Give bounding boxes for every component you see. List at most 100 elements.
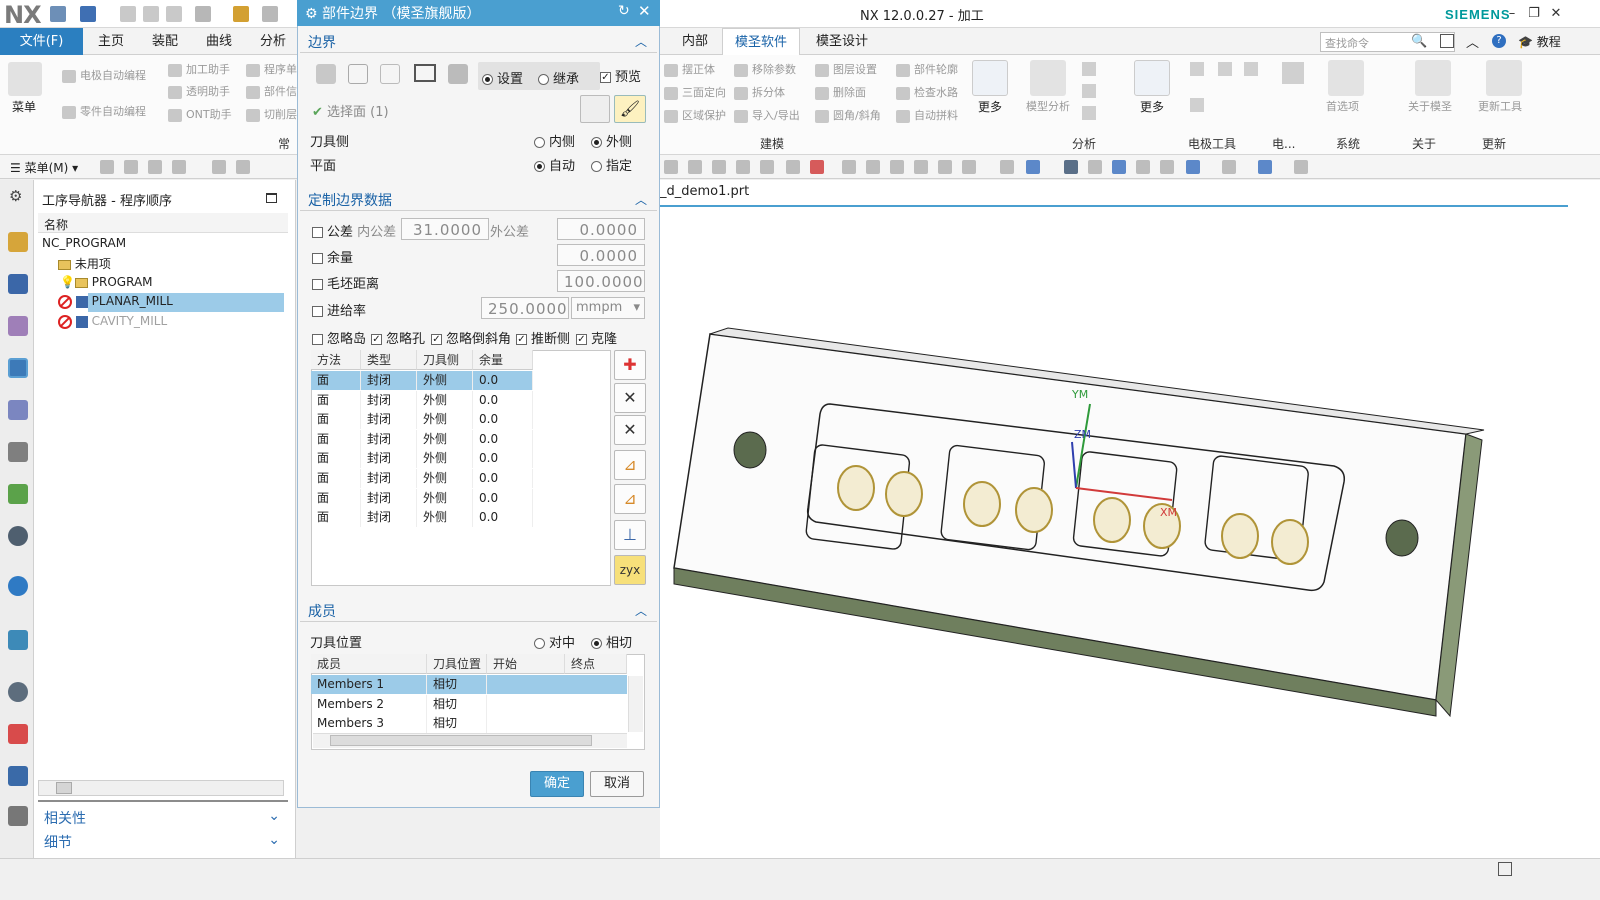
snap-icon[interactable] [890,160,904,174]
members-section-header[interactable]: 成员 ︿ [300,598,657,622]
cancel-button[interactable]: 取消 [590,771,644,797]
reuse-library-icon[interactable] [8,442,28,462]
table-header[interactable]: 开始 [487,654,565,674]
more-analysis-icon[interactable] [1134,60,1170,96]
menu-dropdown[interactable]: ☰ 菜单(M) ▾ [10,159,78,176]
selection-filter-icon[interactable] [172,160,186,174]
tree-item-program[interactable]: 💡 PROGRAM [60,275,153,289]
window-icon[interactable] [262,6,278,22]
ribbon-layer-settings[interactable]: 图层设置 [815,61,877,77]
preferences-button[interactable]: 首选项 [1326,98,1359,114]
ribbon-menu-button[interactable]: 菜单 [12,98,36,115]
tool-side-inner-radio[interactable]: 内侧 [534,131,575,150]
view-icon[interactable] [760,160,774,174]
ribbon-part-info[interactable]: 部件信 [246,83,297,99]
navigator-hscrollbar[interactable] [38,780,284,796]
table-header[interactable]: 刀具侧 [417,350,473,370]
menu-big-icon[interactable] [8,62,42,96]
delete-boundary-icon[interactable]: ✕ [614,383,646,413]
electrode-tool-icon-4[interactable] [1244,62,1258,76]
assembly-navigator-icon[interactable] [8,232,28,252]
ribbon-three-face[interactable]: 三面定向 [664,84,726,100]
stock-checkbox[interactable]: 余量 [312,247,353,266]
ribbon-cut-levels[interactable]: 切削层 [246,106,297,122]
ribbon-part-auto[interactable]: 零件自动编程 [62,103,146,119]
update-button[interactable]: 更新工具 [1478,98,1522,114]
ribbon-program-list[interactable]: 程序单 [246,61,297,77]
tab-home[interactable]: 主页 [88,28,134,55]
select-face-row[interactable]: ✔ 选择面 (1) [312,101,389,120]
ribbon-check-water[interactable]: 检查水路 [896,84,958,100]
ribbon-align-body[interactable]: 摆正体 [664,61,715,77]
constraint-navigator-icon[interactable] [8,274,28,294]
model-analysis-icon[interactable] [1030,60,1066,96]
check-icon[interactable] [1082,106,1096,120]
paste-icon[interactable] [166,6,182,22]
edit-boundary-icon[interactable]: ⊿ [614,450,646,480]
update-icon[interactable] [1486,60,1522,96]
selection-filter-icon[interactable] [124,160,138,174]
touch-icon[interactable] [233,6,249,22]
plane-specify-radio[interactable]: 指定 [591,155,632,174]
snap-icon[interactable] [842,160,856,174]
members-vscrollbar[interactable] [628,676,643,732]
cut-icon[interactable] [120,6,136,22]
table-row[interactable]: Members 2 相切 [311,694,627,714]
view-icon[interactable] [712,160,726,174]
snap-icon[interactable] [786,160,800,174]
copy-icon[interactable] [143,6,159,22]
select-body-button[interactable] [580,95,610,123]
machine-tool-navigator-icon[interactable] [8,400,28,420]
snap-icon[interactable] [938,160,952,174]
ribbon-ont-helper[interactable]: ONT助手 [168,106,232,122]
tab-internal[interactable]: 内部 [672,28,718,55]
tool-position-on-radio[interactable]: 对中 [534,632,575,651]
edit-member-icon[interactable]: ⊿ [614,484,646,514]
face-select-icon[interactable] [316,64,336,84]
layout-icon[interactable] [1186,160,1200,174]
save-icon[interactable] [50,6,66,22]
info-icon[interactable] [8,576,28,596]
table-row[interactable]: 面封闭 外侧 0.0 [311,371,533,390]
tab-assembly[interactable]: 装配 [142,28,188,55]
window-mode-icon[interactable] [1440,34,1454,48]
ribbon-import-export[interactable]: 导入/导出 [734,107,800,123]
roles-icon[interactable] [8,806,28,826]
ribbon-remove-params[interactable]: 移除参数 [734,61,796,77]
infer-side-checkbox[interactable]: ✓ 推断侧 [516,328,570,347]
measure-icon[interactable] [1082,84,1096,98]
preferences-icon[interactable] [1328,60,1364,96]
document-icon[interactable] [8,630,28,650]
ok-button[interactable]: 确定 [530,771,584,797]
orient-view-icon[interactable] [1160,160,1174,174]
preview-checkbox[interactable]: ✓ 预览 [600,66,641,85]
plane-edit-icon[interactable]: ⊥ [614,520,646,550]
table-row[interactable]: 面封闭 外侧 0.0 [311,390,533,410]
outer-tolerance-field[interactable]: 0.0000 [557,218,645,240]
clone-checkbox[interactable]: ✓ 克隆 [576,328,617,347]
help-icon[interactable]: ? [1492,34,1506,48]
render-icon[interactable] [1000,160,1014,174]
ribbon-delete-face[interactable]: 删除面 [815,84,866,100]
ribbon-transparent-helper[interactable]: 透明助手 [168,83,230,99]
delete-all-icon[interactable]: ✕ [614,415,646,445]
curve-select-icon[interactable] [348,64,368,84]
fullscreen-icon[interactable] [1498,862,1512,876]
library-icon[interactable] [8,484,28,504]
operation-navigator-icon[interactable] [8,358,28,378]
table-row[interactable]: 面封闭 外侧 0.0 [311,429,533,449]
ribbon-machining-helper[interactable]: 加工助手 [168,61,230,77]
history-clock-icon[interactable] [8,682,28,702]
inner-tolerance-field[interactable]: 31.0000 [401,218,489,240]
ignore-holes-checkbox[interactable]: ✓ 忽略孔 [371,328,425,347]
tree-item-nc-program[interactable]: NC_PROGRAM [42,236,126,250]
table-row[interactable]: Members 1 相切 [311,675,627,694]
scroll-thumb[interactable] [330,735,592,746]
table-header[interactable]: 余量 [473,350,533,370]
collapse-ribbon-icon[interactable]: ︿ [1466,32,1479,51]
tab-mosheng-software[interactable]: 模圣软件 [722,28,800,55]
tool-position-tangent-radio[interactable]: 相切 [591,632,632,651]
selection-filter-icon[interactable] [148,160,162,174]
snap-icon[interactable] [810,160,824,174]
ribbon-fillet-chamfer[interactable]: 圆角/斜角 [815,107,881,123]
